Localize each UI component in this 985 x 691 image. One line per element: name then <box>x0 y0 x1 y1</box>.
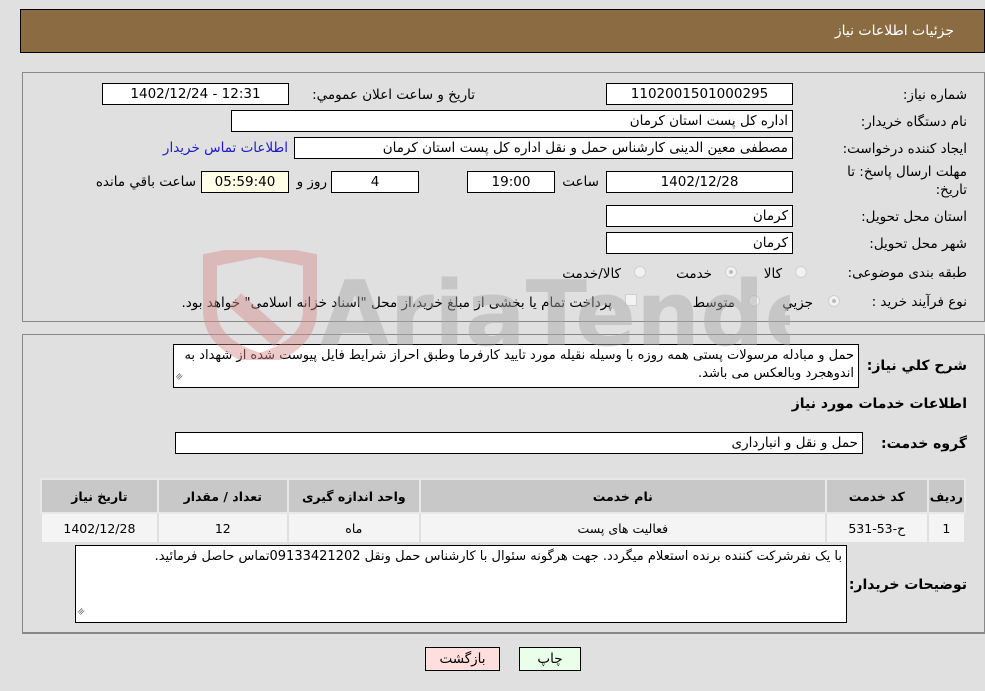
province-field: کرمان <box>606 205 793 227</box>
buyer-notes-text: با یک نفرشرکت کننده برنده استعلام میگردد… <box>154 549 842 564</box>
deadline-label-date: تاريخ: <box>935 182 967 198</box>
need-number-field: 1102001501000295 <box>606 83 793 105</box>
cell-service-name: فعاليت های پست <box>418 512 827 544</box>
remaining-label: ساعت باقي مانده <box>95 174 196 190</box>
page-title: جزئیات اطلاعات نیاز <box>834 23 954 39</box>
print-button[interactable]: چاپ <box>519 647 581 671</box>
need-number-label: شماره نیاز: <box>902 87 967 103</box>
announce-label: تاريخ و ساعت اعلان عمومي: <box>312 87 475 103</box>
page-header: جزئیات اطلاعات نیاز <box>20 9 985 53</box>
city-field: کرمان <box>606 232 793 254</box>
cell-service-code: ح-53-531 <box>824 512 929 544</box>
requester-label: ايجاد کننده درخواست: <box>842 141 967 157</box>
city-label: شهر محل تحويل: <box>869 236 967 252</box>
col-service-code: کد خدمت <box>824 478 929 514</box>
days-label: روز و <box>296 174 327 190</box>
description-text: حمل و مبادله مرسولات پستی همه روزه با وس… <box>184 348 854 381</box>
deadline-date-field: 1402/12/28 <box>606 171 793 193</box>
description-label: شرح كلي نياز: <box>866 358 967 374</box>
services-section-title: اطلاعات خدمات مورد نياز <box>791 396 967 412</box>
category-option-goods-service: کالا/خدمت <box>562 266 621 282</box>
resize-grip-icon[interactable]: ≡ <box>171 368 189 386</box>
category-option-service: خدمت <box>676 266 712 282</box>
category-radio-service[interactable] <box>725 266 737 278</box>
category-label: طبقه بندی موضوعی: <box>847 265 967 281</box>
col-need-date: تاريخ نياز <box>40 478 159 514</box>
table-row: 1 ح-53-531 فعاليت های پست ماه 12 1402/12… <box>40 512 967 544</box>
table-header-row: رديف کد خدمت نام خدمت واحد اندازه گيری ت… <box>40 478 967 514</box>
province-label: استان محل تحويل: <box>861 209 967 225</box>
resize-grip-icon[interactable]: ≡ <box>73 603 91 621</box>
cell-quantity: 12 <box>156 512 289 544</box>
process-option-medium: متوسط <box>692 295 735 311</box>
treasury-note: پرداخت تمام يا بخشی از مبلغ خريد،از محل … <box>181 295 612 311</box>
service-group-label: گروه خدمت: <box>881 436 967 452</box>
buyer-notes-label: توضيحات خريدار: <box>848 577 967 593</box>
description-textarea[interactable]: حمل و مبادله مرسولات پستی همه روزه با وس… <box>173 344 859 388</box>
deadline-time-label: ساعت <box>562 174 599 190</box>
deadline-time-field: 19:00 <box>467 171 555 193</box>
process-radio-medium[interactable] <box>748 295 760 307</box>
category-radio-goods[interactable] <box>795 266 807 278</box>
col-service-name: نام خدمت <box>418 478 827 514</box>
process-type-label: نوع فرآيند خريد : <box>871 294 967 310</box>
category-option-goods: کالا <box>763 266 782 282</box>
announce-datetime-field: 1402/12/24 - 12:31 <box>102 83 289 105</box>
process-option-minor: جزيي <box>782 295 813 311</box>
service-group-field: حمل و نقل و انبارداری <box>175 432 863 454</box>
buyer-notes-textarea[interactable]: با یک نفرشرکت کننده برنده استعلام میگردد… <box>75 545 847 623</box>
remaining-time-field: 05:59:40 <box>201 171 289 193</box>
services-table: رديف کد خدمت نام خدمت واحد اندازه گيری ت… <box>40 478 967 544</box>
buyer-contact-link[interactable]: اطلاعات تماس خريدار <box>163 140 288 156</box>
col-unit: واحد اندازه گيری <box>286 478 421 514</box>
treasury-checkbox[interactable] <box>625 294 637 306</box>
cell-need-date: 1402/12/28 <box>40 512 159 544</box>
col-row-number: رديف <box>926 478 967 514</box>
deadline-label: مهلت ارسال پاسخ: تا <box>847 164 967 180</box>
category-radio-goods-service[interactable] <box>634 266 646 278</box>
back-button[interactable]: بازگشت <box>425 647 500 671</box>
buyer-org-label: نام دستگاه خريدار: <box>860 114 967 130</box>
cell-unit: ماه <box>286 512 421 544</box>
remaining-days-field: 4 <box>331 171 419 193</box>
buyer-org-field: اداره کل پست استان کرمان <box>231 110 793 132</box>
process-radio-minor[interactable] <box>828 295 840 307</box>
col-quantity: تعداد / مقدار <box>156 478 289 514</box>
cell-row-number: 1 <box>926 512 967 544</box>
requester-field: مصطفی معین الدینی کارشناس حمل و نقل ادار… <box>294 137 793 159</box>
